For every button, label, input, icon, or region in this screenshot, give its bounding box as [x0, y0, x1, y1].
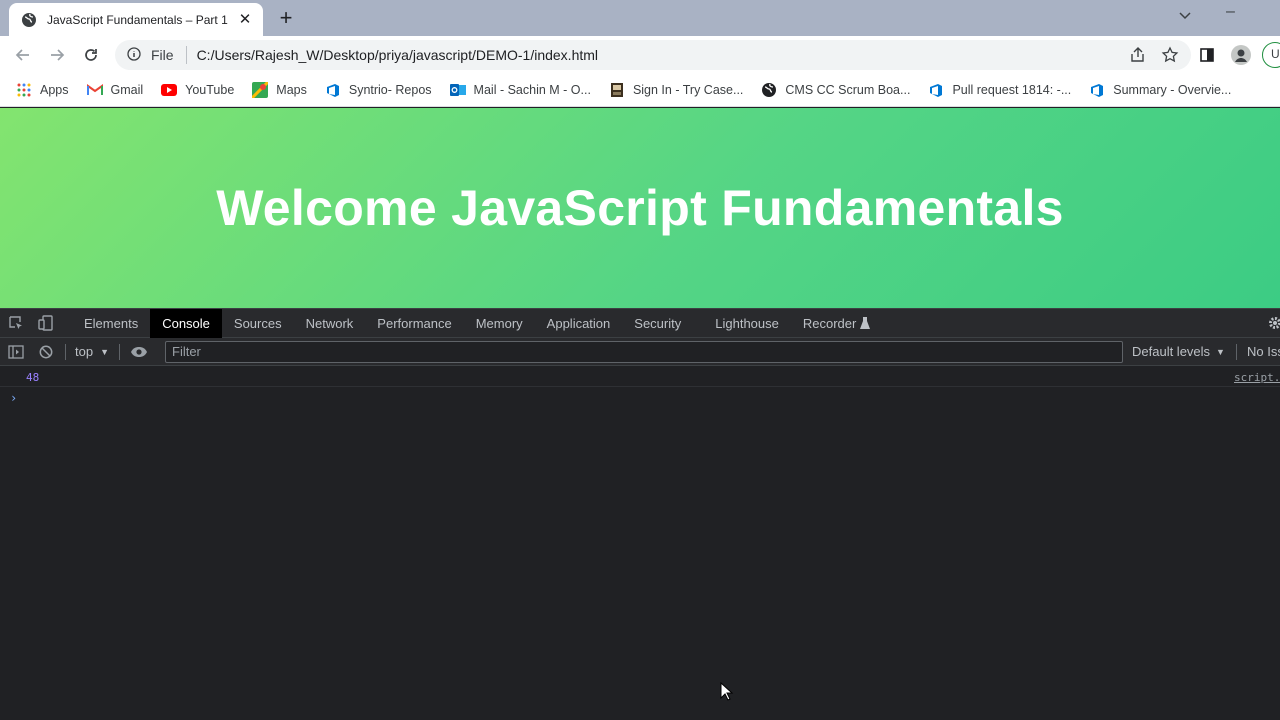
divider	[65, 343, 66, 360]
bookmark-syntrio-repos[interactable]: Syntrio- Repos	[325, 82, 432, 98]
bookmark-outlook-mail[interactable]: Mail - Sachin M - O...	[449, 82, 591, 98]
tab-sources[interactable]: Sources	[222, 309, 294, 338]
console-message: 48 script.	[0, 367, 1280, 387]
console-toolbar: top ▼ Filter Default levels ▼ No Iss	[0, 338, 1280, 366]
tab-lighthouse[interactable]: Lighthouse	[703, 309, 791, 338]
azure-devops-icon	[928, 82, 944, 98]
bookmarks-bar: Apps Gmail YouTube Maps Syntrio- Repos M…	[0, 74, 1280, 107]
apps-grid-icon	[16, 82, 32, 98]
tab-application[interactable]: Application	[535, 309, 623, 338]
log-levels-label: Default levels	[1132, 344, 1211, 359]
address-bar[interactable]: File C:/Users/Rajesh_W/Desktop/priya/jav…	[115, 40, 1191, 70]
divider	[185, 46, 187, 64]
bookmark-cms-scrum[interactable]: CMS CC Scrum Boa...	[761, 82, 910, 98]
url-text[interactable]: C:/Users/Rajesh_W/Desktop/priya/javascri…	[197, 47, 598, 63]
youtube-icon	[161, 82, 178, 98]
back-icon[interactable]	[12, 44, 34, 66]
casefile-icon	[609, 82, 625, 98]
console-filter-input[interactable]: Filter	[165, 341, 1123, 363]
bookmark-summary[interactable]: Summary - Overvie...	[1089, 82, 1231, 98]
clear-console-icon[interactable]	[39, 345, 53, 359]
tab-security[interactable]: Security	[622, 309, 693, 338]
bookmark-label: Apps	[40, 83, 69, 97]
tab-elements[interactable]: Elements	[72, 309, 150, 338]
mouse-cursor-icon	[720, 681, 734, 707]
tab-strip: JavaScript Fundamentals – Part 1 ✕ + –	[0, 0, 1280, 36]
issues-counter[interactable]: No Iss	[1247, 344, 1280, 359]
tab-recorder[interactable]: Recorder	[791, 309, 860, 338]
bookmark-maps[interactable]: Maps	[252, 82, 307, 98]
page-banner: Welcome JavaScript Fundamentals	[0, 108, 1280, 308]
bookmark-label: Gmail	[110, 83, 144, 97]
bookmark-label: Syntrio- Repos	[348, 83, 432, 97]
profile-avatar-icon[interactable]	[1230, 44, 1252, 66]
bookmark-sign-in[interactable]: Sign In - Try Case...	[609, 82, 743, 98]
bookmark-label: CMS CC Scrum Boa...	[785, 83, 911, 97]
minimize-icon[interactable]: –	[1226, 3, 1235, 21]
browser-toolbar: File C:/Users/Rajesh_W/Desktop/priya/jav…	[0, 36, 1280, 74]
live-expression-eye-icon[interactable]	[130, 346, 148, 358]
dropdown-arrow-icon: ▼	[100, 346, 109, 357]
tab-title: JavaScript Fundamentals – Part 1	[47, 12, 228, 27]
azure-devops-icon	[325, 82, 341, 98]
browser-tab[interactable]: JavaScript Fundamentals – Part 1 ✕	[9, 3, 263, 36]
device-toolbar-icon[interactable]	[38, 315, 58, 331]
log-levels-dropdown[interactable]: Default levels ▼	[1132, 344, 1225, 359]
bookmark-gmail[interactable]: Gmail	[86, 82, 144, 98]
bookmark-pull-request[interactable]: Pull request 1814: -...	[928, 82, 1071, 98]
divider	[119, 343, 120, 360]
profile-button[interactable]: U	[1262, 42, 1280, 68]
console-prompt-icon[interactable]: ›	[10, 391, 17, 405]
url-scheme: File	[151, 47, 174, 63]
page-heading: Welcome JavaScript Fundamentals	[216, 180, 1064, 236]
devtools-tabbar: Elements Console Sources Network Perform…	[0, 308, 1280, 338]
reload-icon[interactable]	[80, 44, 102, 66]
forward-icon[interactable]	[46, 44, 68, 66]
maps-icon	[252, 82, 269, 98]
bookmark-label: Summary - Overvie...	[1113, 83, 1232, 97]
outlook-icon	[449, 82, 466, 98]
info-icon[interactable]	[127, 46, 141, 64]
tab-performance[interactable]: Performance	[365, 309, 463, 338]
console-source-link[interactable]: script.	[1234, 371, 1280, 384]
console-log-value: 48	[26, 371, 40, 384]
azure-devops-icon	[1089, 82, 1105, 98]
settings-gear-icon[interactable]	[1268, 316, 1280, 330]
globe-icon	[21, 12, 37, 28]
tab-memory[interactable]: Memory	[464, 309, 535, 338]
tab-network[interactable]: Network	[294, 309, 366, 338]
bookmark-star-icon[interactable]	[1161, 46, 1179, 67]
context-label: top	[75, 344, 94, 359]
bookmark-label: Maps	[276, 83, 307, 97]
bookmark-label: Mail - Sachin M - O...	[473, 83, 591, 97]
divider	[1236, 344, 1237, 360]
experiment-flask-icon	[860, 317, 871, 329]
bookmark-label: Pull request 1814: -...	[952, 83, 1072, 97]
new-tab-button[interactable]: +	[275, 7, 297, 29]
bookmark-apps[interactable]: Apps	[16, 82, 69, 98]
dropdown-arrow-icon: ▼	[1216, 346, 1225, 357]
tab-search-chevron-icon[interactable]	[1178, 8, 1192, 25]
gmail-icon	[86, 82, 103, 98]
tab-console[interactable]: Console	[150, 308, 222, 338]
side-panel-icon[interactable]	[1196, 44, 1218, 66]
bookmark-label: Sign In - Try Case...	[632, 83, 744, 97]
context-selector[interactable]: top ▼	[75, 344, 109, 359]
tab-close-icon[interactable]: ✕	[237, 11, 253, 28]
globe-icon	[761, 82, 777, 98]
share-icon[interactable]	[1129, 46, 1147, 67]
show-sidebar-icon[interactable]	[8, 344, 24, 359]
bookmark-label: YouTube	[185, 83, 235, 97]
bookmark-youtube[interactable]: YouTube	[161, 82, 234, 98]
inspect-element-icon[interactable]	[8, 315, 28, 331]
